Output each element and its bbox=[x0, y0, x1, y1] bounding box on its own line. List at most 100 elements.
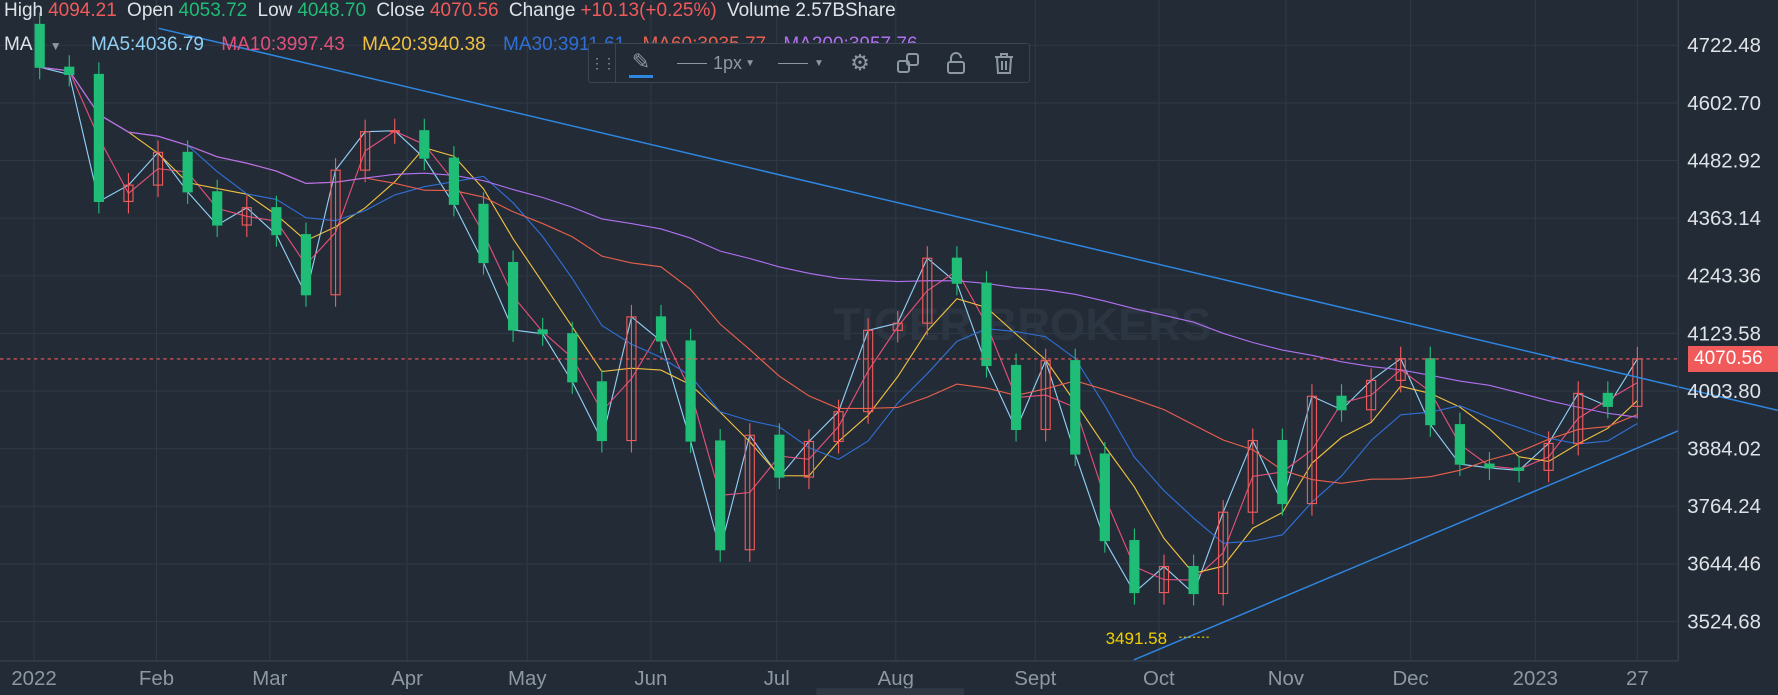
y-tick-label: 3644.46 bbox=[1687, 554, 1761, 576]
change-label: Change bbox=[508, 0, 576, 21]
y-tick-label: 3764.24 bbox=[1687, 496, 1761, 518]
candle-body bbox=[981, 282, 992, 367]
candle-body bbox=[715, 440, 726, 551]
settings-button[interactable]: ⚙ bbox=[836, 44, 884, 82]
x-tick-label: May bbox=[508, 668, 547, 690]
current-price-badge: 4070.56 bbox=[1688, 346, 1778, 372]
x-tick-label: 27 bbox=[1626, 668, 1649, 690]
x-tick-label: Jun bbox=[634, 668, 667, 690]
candle-body bbox=[1129, 540, 1140, 594]
candle-body bbox=[1513, 467, 1525, 471]
gear-icon: ⚙ bbox=[850, 50, 870, 75]
pencil-icon: ✎ bbox=[631, 48, 651, 74]
caret-icon: ▼ bbox=[814, 57, 824, 69]
candle-body bbox=[1010, 364, 1022, 431]
y-tick-label: 3884.02 bbox=[1687, 439, 1761, 461]
close-label: Close bbox=[376, 0, 425, 21]
change-value: +10.13(+0.25%) bbox=[580, 0, 717, 21]
candle-body bbox=[1188, 566, 1199, 595]
x-tick-label: Jul bbox=[764, 668, 790, 690]
x-tick-label: 2022 bbox=[11, 668, 56, 690]
candle-body bbox=[537, 329, 548, 335]
x-tick-label: Nov bbox=[1268, 668, 1305, 690]
volume-value: 2.57BShare bbox=[795, 0, 896, 21]
candle-body bbox=[271, 207, 282, 236]
candle-body bbox=[655, 316, 667, 342]
x-tick-label: Dec bbox=[1392, 668, 1428, 690]
ma10-value: MA10:3997.43 bbox=[221, 34, 345, 55]
y-tick-label: 4482.92 bbox=[1687, 150, 1761, 172]
x-tick-label: 2023 bbox=[1513, 668, 1558, 690]
lock-icon bbox=[947, 52, 965, 74]
ma-selector[interactable]: MA ▼ bbox=[4, 34, 74, 55]
y-tick-label: 4003.80 bbox=[1687, 381, 1761, 403]
color-swatch bbox=[629, 74, 653, 78]
pencil-button[interactable]: ✎ bbox=[616, 44, 666, 82]
low-annotation: 3491.58 bbox=[1106, 629, 1167, 648]
ma-label: MA bbox=[4, 34, 33, 55]
candle-body bbox=[300, 234, 312, 296]
open-value: 4053.72 bbox=[178, 0, 248, 21]
candle-body bbox=[419, 130, 430, 159]
candle-body bbox=[507, 261, 519, 331]
y-tick-label: 4722.48 bbox=[1687, 35, 1761, 57]
x-tick-label: Apr bbox=[391, 668, 423, 690]
close-value: 4070.56 bbox=[429, 0, 499, 21]
candle-body bbox=[212, 191, 223, 226]
y-axis-labels: 4722.48 4602.70 4482.92 4363.14 4243.36 4123.… bbox=[1687, 35, 1761, 633]
trendline-lower[interactable] bbox=[1133, 430, 1679, 661]
drawing-toolbar: ⋮⋮ ✎ 1px ▼ ▼ ⚙ bbox=[588, 43, 1030, 83]
ma20-value: MA20:3940.38 bbox=[362, 34, 486, 55]
candle-body bbox=[64, 66, 75, 76]
price-chart[interactable]: TIGER BROKERS 3491.58 4722.484602.704482… bbox=[0, 0, 1778, 695]
line-style-icon bbox=[778, 62, 809, 64]
line-width-select[interactable]: 1px ▼ bbox=[666, 44, 766, 82]
candle-body bbox=[1099, 453, 1110, 542]
open-label: Open bbox=[127, 0, 174, 21]
x-tick-label: Mar bbox=[252, 668, 287, 690]
y-tick-label: 4602.70 bbox=[1687, 93, 1761, 115]
ma5-value: MA5:4036.79 bbox=[90, 34, 204, 55]
ma-line bbox=[39, 66, 1638, 418]
candle-body bbox=[478, 203, 489, 264]
volume-label: Volume bbox=[726, 0, 791, 21]
candle-body bbox=[1336, 395, 1347, 411]
x-tick-label: Aug bbox=[878, 668, 914, 690]
high-value: 4094.21 bbox=[48, 0, 117, 21]
candle-body bbox=[1484, 463, 1495, 469]
candle-body bbox=[596, 381, 607, 442]
x-axis-labels: 2022 Feb Mar Apr May Jun Jul Aug Sept Oct Nov Dec 20… bbox=[11, 668, 1648, 690]
line-width-value: 1px bbox=[713, 52, 743, 73]
y-tick-label: 3524.68 bbox=[1687, 611, 1761, 633]
ohlc-header: High 4094.21 Open 4053.72 Low 4048.70 Close… bbox=[4, 0, 901, 22]
y-tick-label: 4123.58 bbox=[1687, 323, 1761, 345]
candle-body bbox=[685, 340, 696, 442]
high-label: High bbox=[4, 0, 44, 21]
scrollbar[interactable] bbox=[816, 688, 964, 695]
candle-body bbox=[182, 151, 193, 193]
y-tick-label: 4243.36 bbox=[1687, 266, 1761, 288]
line-icon bbox=[677, 62, 708, 64]
candle-body bbox=[774, 434, 785, 478]
drag-handle-icon[interactable]: ⋮⋮ bbox=[589, 44, 616, 82]
caret-icon: ▼ bbox=[745, 57, 755, 69]
lock-button[interactable] bbox=[932, 44, 980, 82]
x-tick-label: Oct bbox=[1143, 668, 1175, 690]
x-tick-label: Feb bbox=[139, 668, 174, 690]
candle-body bbox=[1602, 392, 1613, 407]
candle-body bbox=[1277, 439, 1288, 505]
candle-body bbox=[389, 130, 400, 133]
candle-body bbox=[1454, 424, 1465, 465]
candle-body bbox=[951, 257, 962, 284]
delete-button[interactable] bbox=[980, 44, 1028, 82]
clone-button[interactable] bbox=[884, 44, 932, 82]
line-style-select[interactable]: ▼ bbox=[766, 44, 836, 82]
candle-body bbox=[1070, 360, 1081, 455]
candle-body bbox=[567, 333, 578, 383]
low-value: 4048.70 bbox=[297, 0, 367, 21]
low-label: Low bbox=[257, 0, 293, 21]
dropdown-icon: ▼ bbox=[49, 39, 62, 53]
candle-body bbox=[448, 157, 460, 205]
candle-body bbox=[93, 73, 104, 203]
clone-icon bbox=[897, 53, 919, 73]
